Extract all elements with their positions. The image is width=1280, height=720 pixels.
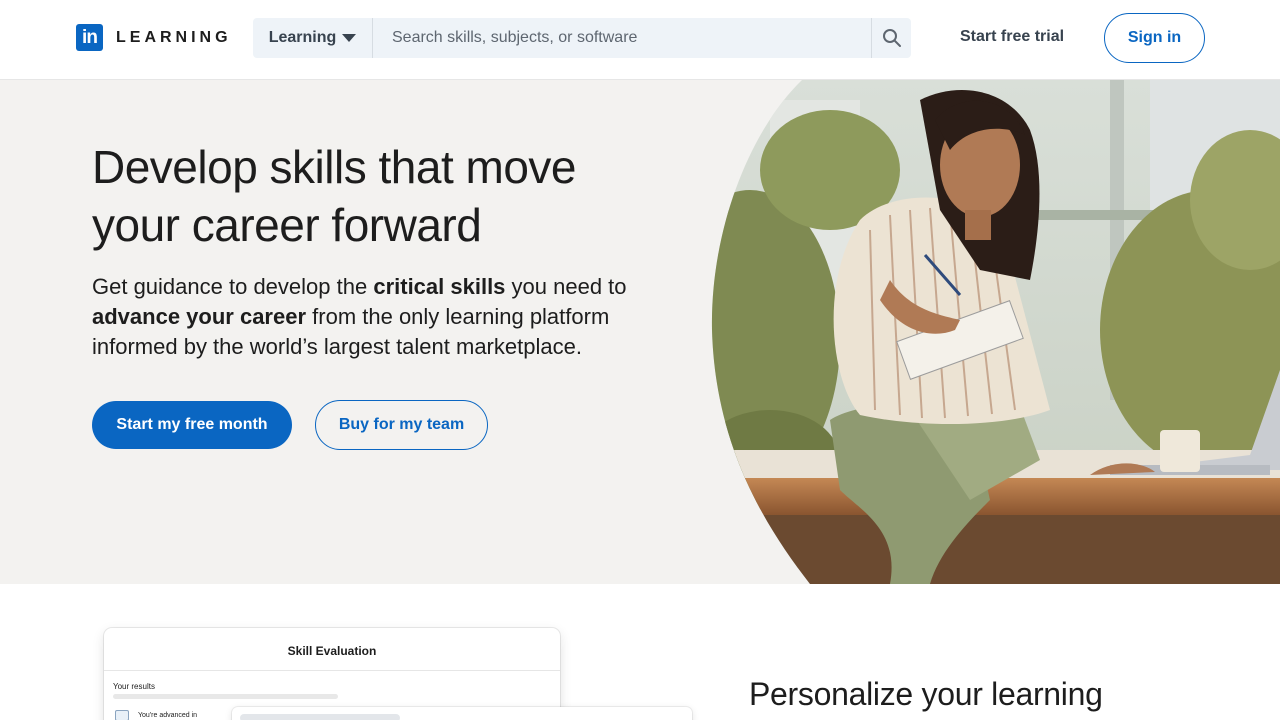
site-header: in LEARNING Learning Start free trial Si… [0,0,1280,80]
search-button[interactable] [871,18,911,58]
start-free-month-button[interactable]: Start my free month [92,401,292,449]
hero-photo [711,80,1280,584]
sign-in-button[interactable]: Sign in [1104,13,1205,63]
search-icon [882,29,901,47]
chevron-down-icon [342,34,357,42]
search-category-label: Learning [268,29,337,46]
skill-evaluation-title: Skill Evaluation [287,644,377,658]
hero-title: Develop skills that move your career for… [92,141,576,251]
linkedin-logo-icon: in [76,24,103,51]
subtitle-text: Get guidance to develop the [92,274,374,299]
subtitle-bold-advance-career: advance your career [92,304,307,329]
hero-section: Develop skills that move your career for… [0,80,1280,584]
hero-subtitle: Get guidance to develop the critical ski… [92,272,672,362]
search-input[interactable] [373,18,871,58]
results-progress-bar [113,694,338,699]
certificate-icon [115,710,129,720]
card-divider [104,670,560,671]
subtitle-text: you need to [505,274,627,299]
advanced-in-text: You're advanced in [138,712,198,719]
your-results-label: Your results [113,682,155,691]
overlay-card [232,707,692,720]
subtitle-bold-critical-skills: critical skills [373,274,506,299]
buy-for-team-button[interactable]: Buy for my team [315,400,488,450]
search-category-dropdown[interactable]: Learning [253,18,373,58]
start-free-trial-link[interactable]: Start free trial [960,28,1064,46]
search-bar: Learning [253,18,911,58]
overlay-card-placeholder-bar [240,714,400,720]
linkedin-learning-logo[interactable]: in LEARNING [76,24,232,51]
logo-text: LEARNING [116,28,232,46]
personalize-learning-heading: Personalize your learning [749,676,1103,712]
